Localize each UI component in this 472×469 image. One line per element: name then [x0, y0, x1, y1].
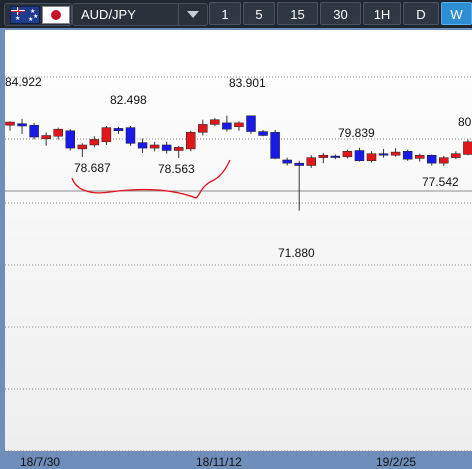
price-annotation: 84.922: [5, 75, 42, 89]
candle-down: [137, 142, 148, 149]
price-annotation: 78.687: [74, 161, 111, 175]
candle-down: [29, 124, 39, 138]
candle-up: [439, 157, 449, 164]
candle-up: [306, 157, 316, 166]
candle-down: [294, 162, 304, 166]
candle-up: [101, 127, 112, 143]
candle-up: [89, 139, 100, 146]
candle-up: [390, 151, 401, 156]
candle-up: [186, 132, 196, 150]
price-annotation: 79.839: [338, 126, 375, 140]
candle-down: [378, 153, 389, 156]
candle-up: [53, 128, 63, 137]
candle-down: [330, 155, 341, 158]
candle-down: [427, 154, 437, 164]
candle-down: [258, 131, 268, 136]
candle-up: [5, 121, 15, 126]
candle-up: [198, 124, 208, 133]
candle-up: [342, 151, 353, 158]
candle-down: [222, 122, 232, 130]
candle-down: [246, 115, 256, 132]
candle-up: [41, 135, 51, 139]
candle-up: [318, 154, 329, 158]
candle-up: [173, 147, 184, 151]
candle-down: [270, 132, 280, 159]
candle-down: [161, 144, 172, 151]
candle-down: [402, 151, 413, 160]
candle-up: [414, 154, 425, 159]
price-annotation: 78.563: [158, 162, 195, 176]
candle-up: [234, 122, 244, 128]
candle-down: [17, 123, 27, 127]
candle-up: [463, 141, 472, 155]
candlestick-chart: 84.922 82.498 78.687 78.563 83.901 71.880 79.8…: [5, 75, 472, 452]
candle-down: [282, 159, 292, 164]
candle-up: [366, 153, 377, 162]
candle-up: [149, 144, 160, 149]
candle-up: [77, 144, 88, 150]
price-annotation: 80: [458, 115, 472, 129]
price-annotation: 83.901: [229, 76, 266, 90]
price-annotation: 82.498: [110, 93, 147, 107]
candle-down: [354, 150, 365, 162]
candle-down: [113, 128, 124, 132]
price-annotation: 77.542: [422, 175, 459, 189]
price-annotation: 71.880: [278, 246, 315, 260]
candle-up: [451, 153, 461, 158]
candle-down: [125, 127, 136, 144]
candle-up: [210, 119, 220, 125]
candle-down: [65, 130, 75, 149]
